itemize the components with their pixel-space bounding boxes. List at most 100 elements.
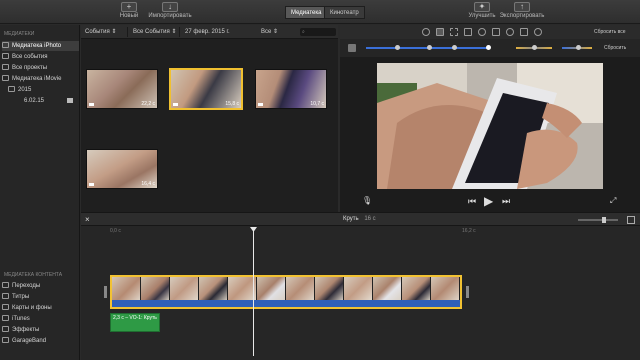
projects-icon [2,64,9,71]
crop-icon[interactable] [450,28,458,36]
magic-wand-icon: ✦ [474,2,490,12]
skip-back-icon[interactable]: ⏮ [468,196,476,207]
clip-frame [373,277,402,301]
adjustments-bar: Сбросить все [340,25,640,39]
sidebar-item-transitions[interactable]: Переходы [2,281,79,291]
clip-trim-handle-left[interactable] [104,286,107,298]
zoom-slider-thumb[interactable] [602,217,606,223]
sidebar-item-titles[interactable]: Титры [2,292,79,302]
effects-icon [2,326,9,333]
fullscreen-icon[interactable]: ⤢ [610,196,616,206]
camera-icon [89,103,94,106]
stabilization-icon[interactable] [464,28,472,36]
star-icon [2,53,9,60]
tab-library[interactable]: Медиатека [285,6,328,19]
export-label: Экспортировать [499,13,545,19]
titles-icon [2,293,9,300]
project-title: Круть 16 с [343,216,376,222]
zoom-slider[interactable] [578,219,618,221]
import-label: Импортировать [148,13,192,19]
timeline-tick: 16,2 с [462,228,476,234]
clip-duration: 15,8 с [225,101,239,107]
clip-duration: 16,4 с [141,181,155,187]
clip-thumbnail[interactable]: 22,2 с [86,69,158,109]
microphone-icon[interactable]: 🎙 [362,196,372,205]
sidebar-item-garageband[interactable]: GarageBand [2,336,79,346]
voiceover-label: 2,3 с – VO-1: Круть [113,315,157,321]
import-button[interactable]: ↓ Импортировать [146,2,194,23]
speed-icon[interactable] [506,28,514,36]
settings-icon[interactable] [627,216,635,224]
sidebar-item-itunes[interactable]: iTunes [2,314,79,324]
playhead[interactable] [253,228,254,356]
download-arrow-icon: ↓ [162,2,178,12]
timeline-tick: 0,0 с [110,228,121,234]
sidebar-item-label: Медиатека iPhoto [12,43,62,49]
slider-thumb[interactable] [486,45,491,50]
events-dropdown[interactable]: События ⇕ [85,25,116,39]
color-sliders: Сбросить [340,39,640,57]
clip-filter-icon[interactable] [520,28,528,36]
sidebar-item-label: 2015 [18,87,32,93]
slider-thumb[interactable] [452,45,457,50]
sidebar-item-label: Титры [12,294,30,300]
clip-trim-handle-right[interactable] [466,286,469,298]
export-button[interactable]: ↑ Экспортировать [498,2,546,23]
clip-thumbnail[interactable]: 16,4 с [86,149,158,189]
library-icon [2,75,9,82]
slider-thumb[interactable] [576,45,581,50]
skip-forward-icon[interactable]: ⏭ [502,196,510,207]
slider-thumb[interactable] [395,45,400,50]
info-icon[interactable] [534,28,542,36]
sidebar-item-imovie-library[interactable]: Медиатека iMovie [2,74,79,84]
volume-icon[interactable] [478,28,486,36]
eyedropper-icon[interactable] [348,44,356,52]
color-balance-icon[interactable] [422,28,430,36]
browser-toolbar: События ⇕ Все События ⇕ 27 февр. 2015 г.… [81,25,338,39]
voiceover-clip[interactable]: 2,3 с – VO-1: Круть [110,313,160,332]
sidebar-item-effects[interactable]: Эффекты [2,325,79,335]
sidebar-item-label: Эффекты [12,327,40,333]
camera-icon [173,103,178,106]
content-library-header: МЕДИАТЕКА КОНТЕНТА [4,272,63,278]
clip-frame [141,277,170,301]
sidebar-item-all-projects[interactable]: Все проекты [2,63,79,73]
slider-thumb[interactable] [532,45,537,50]
sidebar-item-label: iTunes [12,316,30,322]
project-duration: 16 с [364,216,376,222]
camera-icon [89,183,94,186]
date-label: 27 февр. 2015 г. [185,29,230,35]
video-clip[interactable] [110,275,462,309]
color-correction-icon[interactable] [436,28,444,36]
reset-all-button[interactable]: Сбросить все [594,29,626,35]
search-input[interactable]: ⌕ [300,28,336,36]
sidebar-item-maps[interactable]: Карты и фоны [2,303,79,313]
sidebar-item-event-date[interactable]: 6.02.15 [2,96,79,106]
filter-label: Все [261,29,272,35]
tab-theater[interactable]: Кинотеатр [324,6,365,19]
sidebar-item-all-events[interactable]: Все события [2,52,79,62]
top-toolbar: + Новый ↓ Импортировать Медиатека Киноте… [0,0,640,24]
filter-dropdown[interactable]: Все ⇕ [261,25,278,39]
music-icon [2,315,9,322]
clip-thumbnail[interactable]: 10,7 с [255,69,327,109]
slider-thumb[interactable] [427,45,432,50]
noise-reduction-icon[interactable] [492,28,500,36]
sidebar-item-iphoto[interactable]: Медиатека iPhoto [2,41,79,51]
transitions-icon [2,282,9,289]
close-icon[interactable]: × [85,215,90,224]
search-icon: ⌕ [302,29,305,35]
imovie-window: + Новый ↓ Импортировать Медиатека Киноте… [0,0,640,360]
sidebar-item-2015[interactable]: 2015 [2,85,79,95]
all-events-dropdown[interactable]: Все События ⇕ [133,25,176,39]
play-button[interactable]: ▶ [484,194,493,208]
folder-icon [8,86,15,93]
clip-frame [286,277,315,301]
guitar-icon [2,337,9,344]
libraries-header: МЕДИАТЕКИ [4,31,35,37]
sidebar-item-label: Медиатека iMovie [12,76,62,82]
clip-thumbnail-selected[interactable]: 15,8 с [169,68,243,110]
reset-button[interactable]: Сбросить [604,45,626,51]
sidebar: МЕДИАТЕКИ Медиатека iPhoto Все события В… [0,25,80,360]
video-preview [377,63,603,189]
